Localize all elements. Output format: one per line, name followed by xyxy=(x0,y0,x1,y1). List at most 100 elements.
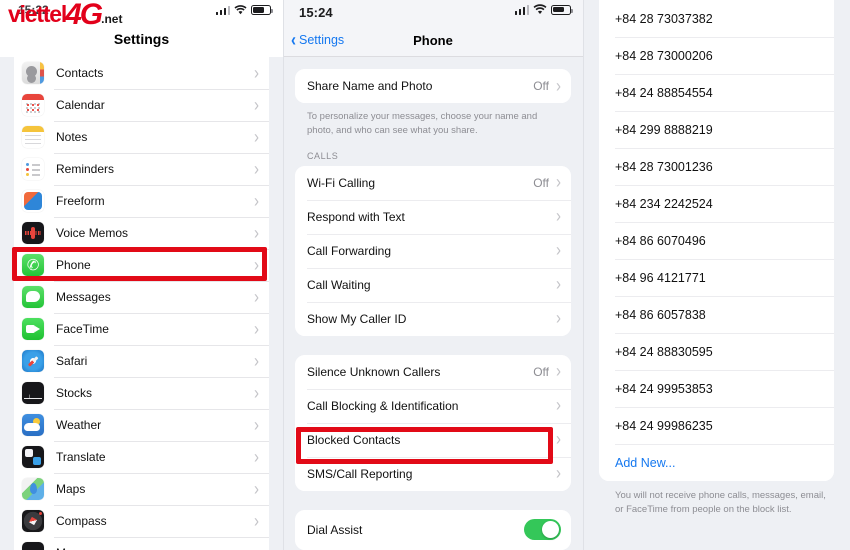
row-dial-assist[interactable]: Dial Assist xyxy=(295,509,571,550)
list-item[interactable]: +84 86 6057838 xyxy=(599,296,834,333)
sidebar-item-label: FaceTime xyxy=(56,322,109,336)
chevron-right-icon: › xyxy=(556,462,561,485)
sidebar-item-maps[interactable]: Maps › xyxy=(14,473,269,505)
blocked-number: +84 28 73000206 xyxy=(615,48,713,63)
sidebar-item-label: Contacts xyxy=(56,66,104,80)
blocked-number: +84 234 2242524 xyxy=(615,196,713,211)
chevron-right-icon: › xyxy=(254,382,259,404)
sidebar-item-reminders[interactable]: Reminders › xyxy=(14,153,269,185)
list-item[interactable]: +84 28 73000206 xyxy=(599,37,834,74)
chevron-right-icon: › xyxy=(254,478,259,500)
blocked-number: +84 86 6057838 xyxy=(615,307,706,322)
sidebar-header: 15:22 viettel 4G .net Settings xyxy=(0,0,283,57)
sidebar-item-stocks[interactable]: Stocks › xyxy=(14,377,269,409)
row-show-my-caller-id[interactable]: Show My Caller ID › xyxy=(295,301,571,336)
sidebar-title: Settings xyxy=(113,31,170,47)
chevron-right-icon: › xyxy=(254,544,259,550)
list-item[interactable]: +84 86 6070496 xyxy=(599,222,834,259)
row-label: SMS/Call Reporting xyxy=(307,466,413,481)
sidebar-item-label: Maps xyxy=(56,482,86,496)
blocked-number: +84 96 4121771 xyxy=(615,270,706,285)
weather-app-icon xyxy=(22,414,44,436)
sidebar-item-facetime[interactable]: FaceTime › xyxy=(14,313,269,345)
list-item[interactable]: +84 24 88854554 xyxy=(599,74,834,111)
voice-memos-app-icon xyxy=(22,222,44,244)
list-item[interactable]: +84 234 2242524 xyxy=(599,185,834,222)
pane-divider-left xyxy=(283,0,284,550)
sidebar-item-compass[interactable]: Compass › xyxy=(14,505,269,537)
calls-group-header: CALLS xyxy=(307,150,339,161)
sidebar-item-label: Notes xyxy=(56,130,88,144)
sidebar-item-phone[interactable]: Phone › xyxy=(14,249,269,281)
safari-app-icon xyxy=(22,350,44,372)
add-new-button[interactable]: Add New... xyxy=(599,444,834,481)
sidebar-item-contacts[interactable]: Contacts › xyxy=(14,57,269,89)
chevron-right-icon: › xyxy=(254,254,259,276)
list-item[interactable]: +84 299 8888219 xyxy=(599,111,834,148)
list-item[interactable]: +84 24 88830595 xyxy=(599,333,834,370)
sidebar-item-notes[interactable]: Notes › xyxy=(14,121,269,153)
row-respond-with-text[interactable]: Respond with Text › xyxy=(295,199,571,234)
chevron-right-icon: › xyxy=(556,205,561,228)
row-blocked-contacts[interactable]: Blocked Contacts › xyxy=(295,422,571,457)
sidebar-item-label: Measure xyxy=(56,546,254,550)
blocked-number: +84 24 88830595 xyxy=(615,344,713,359)
row-label: Call Waiting xyxy=(307,277,371,292)
chevron-right-icon: › xyxy=(556,273,561,296)
chevron-right-icon: › xyxy=(556,239,561,262)
row-share-name-and-photo[interactable]: Share Name and Photo Off › xyxy=(295,69,571,103)
list-item[interactable]: +84 24 99953853 xyxy=(599,370,834,407)
row-silence-unknown-callers[interactable]: Silence Unknown Callers Off › xyxy=(295,354,571,389)
dial-assist-toggle[interactable] xyxy=(524,519,561,541)
row-label: Blocked Contacts xyxy=(307,432,401,447)
chevron-right-icon: › xyxy=(254,286,259,308)
call-blocking-group: Silence Unknown Callers Off › Call Block… xyxy=(295,354,571,491)
blocked-number: +84 24 99986235 xyxy=(615,418,713,433)
blocked-list-footer: You will not receive phone calls, messag… xyxy=(615,490,826,516)
freeform-app-icon xyxy=(22,190,44,212)
chevron-right-icon: › xyxy=(556,171,561,194)
sidebar-item-freeform[interactable]: Freeform › xyxy=(14,185,269,217)
chevron-right-icon: › xyxy=(254,158,259,180)
sidebar-item-messages[interactable]: Messages › xyxy=(14,281,269,313)
translate-app-icon xyxy=(22,446,44,468)
row-sms-call-reporting[interactable]: SMS/Call Reporting › xyxy=(295,456,571,491)
chevron-right-icon: › xyxy=(254,446,259,468)
add-new-label: Add New... xyxy=(615,455,676,470)
list-item[interactable]: +84 28 73037382 xyxy=(599,0,834,37)
blocked-number: +84 24 88854554 xyxy=(615,85,713,100)
wifi-icon xyxy=(234,5,247,15)
sidebar-item-label: Compass xyxy=(56,514,107,528)
chevron-right-icon: › xyxy=(254,350,259,372)
chevron-right-icon: › xyxy=(254,62,259,84)
page-title: Phone xyxy=(413,32,453,48)
chevron-right-icon: › xyxy=(556,75,561,97)
status-bar-time: 15:24 xyxy=(299,4,333,20)
sidebar-item-calendar[interactable]: Calendar › xyxy=(14,89,269,121)
chevron-right-icon: › xyxy=(254,510,259,532)
sidebar-item-measure[interactable]: Measure › xyxy=(14,537,269,550)
sidebar-item-safari[interactable]: Safari › xyxy=(14,345,269,377)
blocked-number: +84 86 6070496 xyxy=(615,233,706,248)
status-bar: 15:24 xyxy=(283,0,583,24)
row-label: Wi-Fi Calling xyxy=(307,175,376,190)
carrier-logo-network: 4G xyxy=(65,0,103,31)
row-call-blocking-identification[interactable]: Call Blocking & Identification › xyxy=(295,388,571,423)
share-name-group-footer: To personalize your messages, choose you… xyxy=(307,111,538,136)
sidebar-item-weather[interactable]: Weather › xyxy=(14,409,269,441)
row-wifi-calling[interactable]: Wi-Fi Calling Off › xyxy=(295,165,571,200)
reminders-app-icon xyxy=(22,158,44,180)
sidebar-item-translate[interactable]: Translate › xyxy=(14,441,269,473)
settings-app-list[interactable]: Contacts › Calendar › Notes › Reminders … xyxy=(14,57,269,550)
sidebar-item-voice-memos[interactable]: Voice Memos › xyxy=(14,217,269,249)
blocked-numbers-card: +84 28 73037382 +84 28 73000206 +84 24 8… xyxy=(599,0,834,481)
list-item[interactable]: +84 96 4121771 xyxy=(599,259,834,296)
measure-app-icon xyxy=(22,542,44,550)
list-item[interactable]: +84 28 73001236 xyxy=(599,148,834,185)
row-value: Off xyxy=(533,175,549,190)
sidebar-item-label: Translate xyxy=(56,450,106,464)
list-item[interactable]: +84 24 99986235 xyxy=(599,407,834,444)
row-call-waiting[interactable]: Call Waiting › xyxy=(295,267,571,302)
row-call-forwarding[interactable]: Call Forwarding › xyxy=(295,233,571,268)
